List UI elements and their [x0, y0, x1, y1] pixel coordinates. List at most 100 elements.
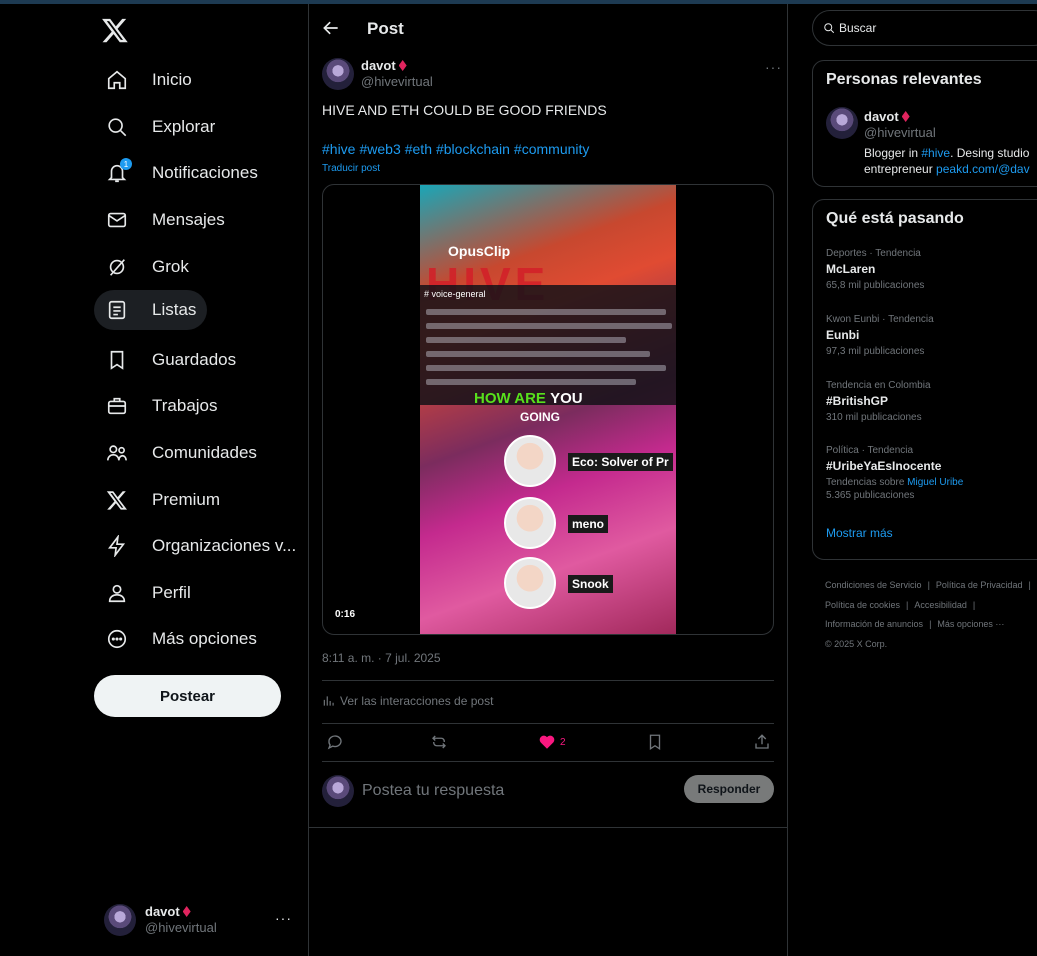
- bio-link[interactable]: peakd.com/@dav: [936, 162, 1030, 176]
- footer-more-link[interactable]: Más opciones ···: [937, 619, 1004, 629]
- reply-input[interactable]: Postea tu respuesta: [362, 782, 504, 800]
- trend-about-link[interactable]: Miguel Uribe: [907, 477, 963, 488]
- video-chat-panel: [420, 285, 676, 405]
- speaker-avatar: [504, 557, 556, 609]
- show-more-link[interactable]: Mostrar más: [826, 526, 893, 540]
- video-chat-line: [426, 351, 650, 357]
- nav-item-guardados[interactable]: Guardados: [94, 340, 248, 380]
- footer-link[interactable]: Condiciones de Servicio: [825, 580, 922, 590]
- repost-icon[interactable]: [430, 730, 448, 754]
- nav-item-premium[interactable]: Premium: [94, 480, 232, 520]
- nav-label: Premium: [152, 490, 221, 509]
- post-button[interactable]: Postear: [94, 675, 281, 717]
- post-author: davot @hivevirtual ···: [322, 57, 782, 91]
- nav-label: Comunidades: [152, 443, 257, 462]
- diamond-icon: [182, 906, 191, 917]
- trend-count: 97,3 mil publicaciones: [826, 346, 925, 357]
- video-caption: HOW ARE YOU: [474, 390, 583, 407]
- nav-item-grok[interactable]: Grok: [94, 247, 201, 287]
- nav-label: Listas: [152, 300, 197, 319]
- account-handle: @hivevirtual: [145, 920, 217, 935]
- nav-item-explorar[interactable]: Explorar: [94, 107, 227, 147]
- nav-item-comunidades[interactable]: Comunidades: [94, 433, 269, 473]
- view-interactions-link[interactable]: Ver las interacciones de post: [322, 694, 493, 708]
- bio-hashtag-link[interactable]: #hive: [921, 146, 950, 160]
- search-input[interactable]: Buscar: [812, 10, 1037, 46]
- trend-item[interactable]: Tendencia en Colombia #BritishGP 310 mil…: [826, 380, 931, 423]
- search-icon: [106, 116, 128, 138]
- nav-item-trabajos[interactable]: Trabajos: [94, 386, 230, 426]
- post-hashtags: #hive #web3 #eth #blockchain #community: [322, 141, 593, 157]
- avatar[interactable]: [322, 58, 354, 90]
- hashtag-link[interactable]: #web3: [359, 141, 400, 157]
- divider: [322, 680, 774, 681]
- right-sidebar: Buscar Personas relevantes davot @hivevi…: [812, 4, 1037, 956]
- account-switcher[interactable]: davot @hivevirtual ···: [104, 900, 304, 940]
- relevant-handle[interactable]: @hivevirtual: [864, 125, 936, 140]
- speaker-label: Snook: [568, 575, 613, 593]
- nav-item-mas-opciones[interactable]: Más opciones: [94, 619, 269, 659]
- hashtag-link[interactable]: #blockchain: [436, 141, 510, 157]
- divider: [322, 723, 774, 724]
- video-frame[interactable]: HIVE OpusClip # voice-general HOW ARE YO…: [420, 185, 676, 634]
- relevant-bio: Blogger in #hive. Desing studio entrepre…: [864, 146, 1030, 176]
- translate-link[interactable]: Traducir post: [322, 163, 380, 174]
- bookmark-icon[interactable]: [646, 730, 664, 754]
- share-icon[interactable]: [753, 730, 771, 754]
- nav-label: Guardados: [152, 350, 237, 369]
- nav-label: Mensajes: [152, 210, 225, 229]
- footer-link[interactable]: Política de Privacidad: [936, 580, 1023, 590]
- diamond-icon: [398, 60, 407, 71]
- trend-item[interactable]: Kwon Eunbi · Tendencia Eunbi 97,3 mil pu…: [826, 314, 934, 357]
- trend-count: 310 mil publicaciones: [826, 412, 922, 423]
- grok-icon: [106, 256, 128, 278]
- footer-separator: |: [929, 619, 932, 629]
- hashtag-link[interactable]: #hive: [322, 141, 355, 157]
- hashtag-link[interactable]: #eth: [405, 141, 432, 157]
- footer-separator: |: [927, 580, 930, 590]
- avatar: [322, 775, 354, 807]
- avatar[interactable]: [826, 107, 858, 139]
- relevant-name[interactable]: davot: [864, 109, 899, 124]
- nav-label: Perfil: [152, 583, 191, 602]
- footer-link[interactable]: Accesibilidad: [914, 600, 967, 610]
- notification-badge: 1: [120, 158, 132, 170]
- footer-link[interactable]: Política de cookies: [825, 600, 900, 610]
- more-icon[interactable]: ···: [275, 910, 292, 926]
- nav-item-perfil[interactable]: Perfil: [94, 573, 203, 613]
- footer-link[interactable]: Información de anuncios: [825, 619, 923, 629]
- card-title: Qué está pasando: [826, 210, 964, 227]
- post-timestamp[interactable]: 8:11 a. m. · 7 jul. 2025: [322, 651, 441, 665]
- trend-item[interactable]: Política · Tendencia #UribeYaEsInocente …: [826, 445, 963, 501]
- trending-card: Qué está pasando Deportes · Tendencia Mc…: [812, 199, 1037, 560]
- search-placeholder: Buscar: [839, 21, 877, 35]
- author-handle[interactable]: @hivevirtual: [361, 74, 433, 90]
- card-title: Personas relevantes: [826, 71, 982, 88]
- like-button[interactable]: 2: [538, 730, 566, 754]
- post-text: HIVE AND ETH COULD BE GOOD FRIENDS: [322, 102, 607, 118]
- nav-item-organizaciones[interactable]: Organizaciones v...: [94, 526, 308, 566]
- nav-item-inicio[interactable]: Inicio: [94, 60, 204, 100]
- trend-item[interactable]: Deportes · Tendencia McLaren 65,8 mil pu…: [826, 248, 924, 291]
- trend-title: McLaren: [826, 262, 876, 276]
- post-column: Post davot @hivevirtual ··· HIVE AND ETH…: [308, 4, 788, 956]
- video-player[interactable]: HIVE OpusClip # voice-general HOW ARE YO…: [322, 184, 774, 635]
- nav-item-listas[interactable]: Listas: [94, 290, 207, 330]
- like-count: 2: [560, 736, 566, 748]
- avatar: [104, 904, 136, 936]
- reply-button[interactable]: Responder: [684, 775, 774, 803]
- nav-item-mensajes[interactable]: Mensajes: [94, 200, 237, 240]
- back-arrow-icon[interactable]: [321, 18, 341, 38]
- x-logo-icon[interactable]: [101, 16, 129, 44]
- speaker-avatar: [504, 435, 556, 487]
- reply-icon[interactable]: [326, 730, 344, 754]
- home-icon: [106, 69, 128, 91]
- trend-count: 65,8 mil publicaciones: [826, 280, 925, 291]
- heart-icon: [539, 735, 555, 749]
- nav-item-notificaciones[interactable]: 1 Notificaciones: [94, 153, 270, 193]
- reply-composer: Postea tu respuesta Responder: [322, 774, 774, 808]
- more-icon[interactable]: ···: [765, 59, 782, 75]
- author-name[interactable]: davot: [361, 58, 396, 73]
- nav-label: Organizaciones v...: [152, 536, 297, 555]
- hashtag-link[interactable]: #community: [514, 141, 589, 157]
